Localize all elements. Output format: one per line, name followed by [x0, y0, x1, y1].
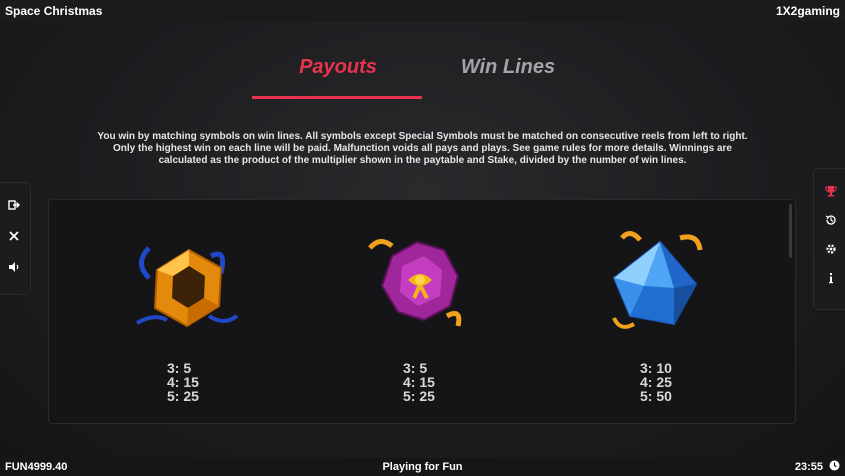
payout-5: 5: 50 — [640, 388, 672, 404]
close-icon[interactable] — [6, 228, 22, 244]
tab-win-lines[interactable]: Win Lines — [423, 56, 593, 79]
payout-4: 4: 25 — [640, 374, 672, 390]
payout-3: 3: 5 — [403, 360, 428, 376]
payout-5: 5: 25 — [403, 388, 435, 404]
settings-icon[interactable] — [823, 241, 839, 257]
tab-bar: Payouts Win Lines — [0, 50, 845, 100]
payout-4: 4: 15 — [167, 374, 199, 390]
blue-crystal-gift-icon — [600, 228, 720, 333]
payout-rules-text: You win by matching symbols on win lines… — [97, 131, 748, 166]
symbol-1-payouts: 3: 5 4: 15 5: 25 — [167, 361, 247, 403]
clock-icon — [829, 460, 840, 474]
left-control-panel — [0, 182, 31, 295]
bottom-bar: FUN4999.40 Playing for Fun 23:55 — [0, 458, 845, 476]
balance-display: FUN4999.40 — [5, 461, 68, 473]
payout-3: 3: 10 — [640, 360, 672, 376]
trophy-icon[interactable] — [823, 183, 839, 199]
history-icon[interactable] — [823, 212, 839, 228]
right-control-panel — [813, 168, 845, 310]
payout-4: 4: 15 — [403, 374, 435, 390]
info-icon[interactable] — [823, 270, 839, 286]
payout-5: 5: 25 — [167, 388, 199, 404]
symbol-2-payouts: 3: 5 4: 15 5: 25 — [403, 361, 483, 403]
clock-time: 23:55 — [794, 461, 823, 473]
sound-icon[interactable] — [6, 259, 22, 275]
active-tab-indicator — [252, 96, 422, 99]
exit-icon[interactable] — [6, 197, 22, 213]
orange-hexagon-gift-icon — [129, 228, 249, 333]
play-mode-label: Playing for Fun — [382, 461, 463, 473]
top-bar: Space Christmas 1X2gaming — [0, 0, 845, 22]
brand-name: 1X2gaming — [775, 4, 840, 18]
symbol-3-payouts: 3: 10 4: 25 5: 50 — [640, 361, 720, 403]
paytable-panel: 3: 5 4: 15 5: 25 3: 5 4: 15 5: 25 3: 10 … — [48, 199, 796, 424]
scrollbar[interactable] — [789, 204, 792, 258]
purple-ornament-gift-icon — [362, 228, 482, 333]
tab-payouts[interactable]: Payouts — [253, 56, 423, 79]
game-title: Space Christmas — [5, 4, 103, 18]
payout-3: 3: 5 — [167, 360, 192, 376]
